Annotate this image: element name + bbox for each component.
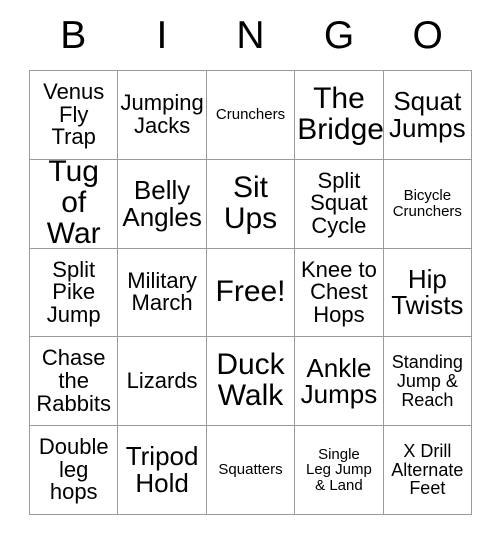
- bingo-cell[interactable]: Split Squat Cycle: [295, 159, 384, 249]
- bingo-row: Double leg hops Tripod Hold Squatters Si…: [30, 426, 473, 515]
- bingo-cell-label: Lizards: [126, 367, 198, 393]
- bingo-header-row: B I N G O: [29, 0, 472, 70]
- bingo-cell-label: Sit Ups: [223, 170, 278, 235]
- bingo-cell-label: Knee to Chest Hops: [301, 256, 377, 327]
- bingo-cell-label: Tripod Hold: [125, 441, 199, 499]
- bingo-cell[interactable]: Split Pike Jump: [30, 248, 119, 338]
- bingo-cell[interactable]: Lizards: [118, 337, 207, 427]
- bingo-cell-label: Hip Twists: [391, 263, 464, 321]
- bingo-cell-label: Double leg hops: [38, 434, 109, 505]
- bingo-header-letter-o: O: [412, 13, 443, 57]
- bingo-cell[interactable]: Squat Jumps: [383, 71, 473, 160]
- bingo-grid: Venus Fly Trap Jumping Jacks Crunchers T…: [29, 70, 473, 515]
- bingo-card: B I N G O Venus Fly Trap Jumping Jacks C…: [29, 0, 473, 515]
- bingo-header-letter-g: G: [323, 13, 355, 57]
- bingo-cell-label: Split Pike Jump: [46, 256, 101, 327]
- bingo-row: Chase the Rabbits Lizards Duck Walk Ankl…: [30, 337, 473, 427]
- bingo-cell[interactable]: Tripod Hold: [118, 426, 207, 515]
- bingo-cell-label: Standing Jump & Reach: [391, 352, 463, 410]
- bingo-cell-label: X Drill Alternate Feet: [391, 441, 464, 499]
- bingo-cell[interactable]: Chase the Rabbits: [30, 337, 119, 427]
- bingo-cell-label: Squat Jumps: [389, 86, 466, 143]
- bingo-cell-label: Venus Fly Trap: [43, 78, 105, 150]
- bingo-cell[interactable]: X Drill Alternate Feet: [383, 426, 473, 515]
- bingo-cell[interactable]: Belly Angles: [118, 159, 207, 249]
- bingo-cell-label: Duck Walk: [216, 348, 285, 413]
- bingo-cell-label: Belly Angles: [122, 174, 202, 232]
- bingo-cell[interactable]: Hip Twists: [383, 248, 473, 338]
- bingo-cell-label: Split Squat Cycle: [310, 167, 368, 239]
- bingo-cell[interactable]: The Bridge: [295, 71, 384, 160]
- bingo-cell[interactable]: Military March: [118, 248, 207, 338]
- bingo-cell-label: Military March: [127, 267, 197, 316]
- bingo-cell[interactable]: Bicycle Crunchers: [383, 159, 473, 249]
- bingo-cell[interactable]: Ankle Jumps: [295, 337, 384, 427]
- bingo-cell-label: Single Leg Jump & Land: [305, 445, 372, 494]
- bingo-cell[interactable]: Crunchers: [206, 71, 296, 160]
- bingo-cell[interactable]: Sit Ups: [206, 159, 296, 249]
- bingo-cell[interactable]: Standing Jump & Reach: [383, 337, 473, 427]
- bingo-row: Venus Fly Trap Jumping Jacks Crunchers T…: [30, 71, 473, 160]
- bingo-cell-label: Ankle Jumps: [300, 352, 378, 410]
- bingo-cell[interactable]: Single Leg Jump & Land: [295, 426, 384, 515]
- bingo-cell[interactable]: Jumping Jacks: [118, 71, 207, 160]
- bingo-row: Tug of War Belly Angles Sit Ups Split Sq…: [30, 159, 473, 249]
- bingo-cell-label: Jumping Jacks: [120, 90, 204, 138]
- bingo-cell-label: Tug of War: [46, 159, 101, 249]
- bingo-header-letter-n: N: [236, 13, 265, 57]
- bingo-cell[interactable]: Tug of War: [30, 159, 119, 249]
- bingo-cell-label: Bicycle Crunchers: [392, 187, 462, 220]
- bingo-row: Split Pike Jump Military March Free! Kne…: [30, 248, 473, 338]
- bingo-header-letter-i: I: [156, 13, 168, 57]
- bingo-header-letter-b: B: [60, 13, 87, 57]
- bingo-cell[interactable]: Double leg hops: [30, 426, 119, 515]
- bingo-cell-free[interactable]: Free!: [206, 248, 296, 338]
- bingo-cell[interactable]: Squatters: [206, 426, 296, 515]
- bingo-cell-label: Free!: [215, 275, 286, 309]
- bingo-cell-label: The Bridge: [297, 82, 384, 146]
- bingo-cell[interactable]: Duck Walk: [206, 337, 296, 427]
- bingo-cell-label: Squatters: [218, 461, 283, 479]
- bingo-cell[interactable]: Venus Fly Trap: [30, 71, 119, 160]
- bingo-cell-label: Crunchers: [215, 106, 286, 124]
- bingo-cell[interactable]: Knee to Chest Hops: [295, 248, 384, 338]
- bingo-cell-label: Chase the Rabbits: [36, 345, 111, 416]
